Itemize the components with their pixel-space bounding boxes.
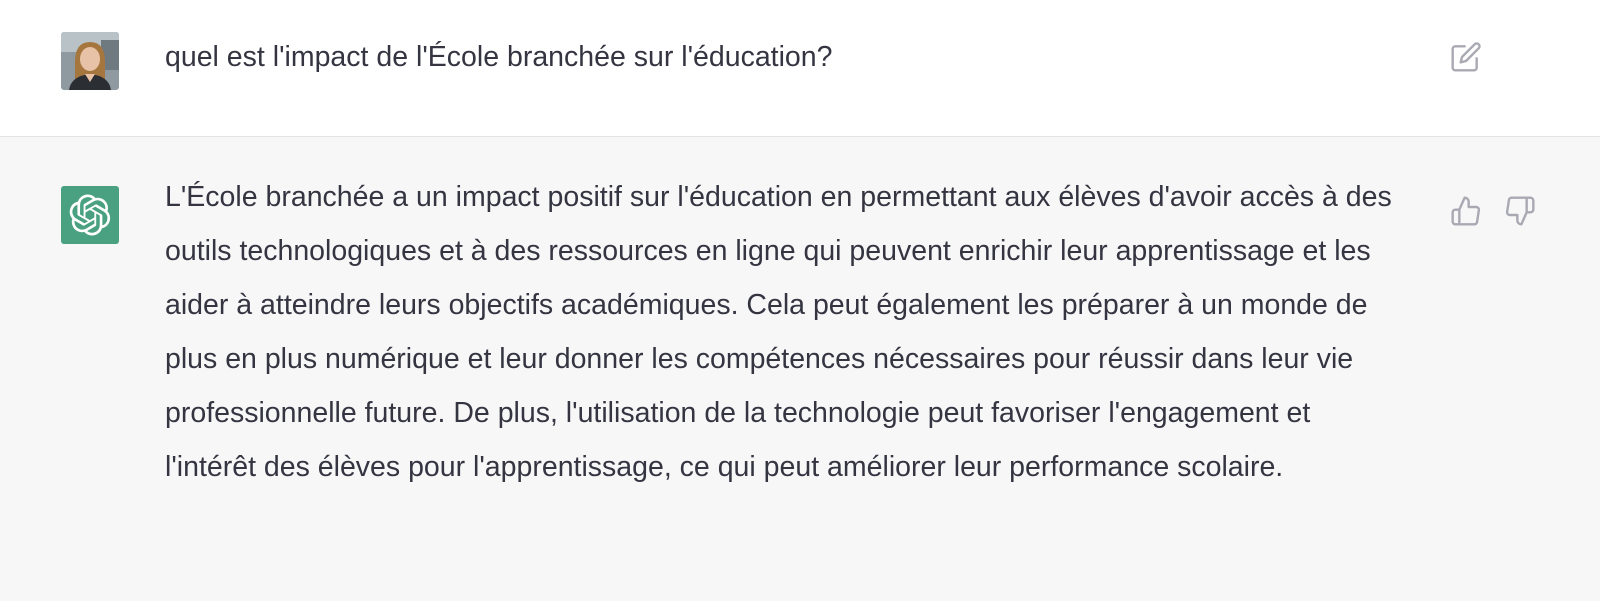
user-message-text: quel est l'impact de l'École branchée su… [165, 41, 833, 73]
user-avatar [61, 32, 119, 90]
thumbs-up-icon [1451, 196, 1481, 226]
openai-logo-icon [69, 194, 111, 236]
assistant-avatar [61, 186, 119, 244]
edit-message-button[interactable] [1449, 40, 1483, 74]
thumbs-up-button[interactable] [1449, 194, 1483, 228]
user-message-row: quel est l'impact de l'École branchée su… [0, 0, 1600, 137]
thumbs-down-button[interactable] [1503, 194, 1537, 228]
assistant-message-row: L'École branchée a un impact positif sur… [0, 137, 1600, 601]
assistant-message-text: L'École branchée a un impact positif sur… [165, 181, 1392, 483]
edit-icon [1451, 42, 1481, 72]
thumbs-down-icon [1505, 196, 1535, 226]
user-photo-avatar [61, 32, 119, 90]
